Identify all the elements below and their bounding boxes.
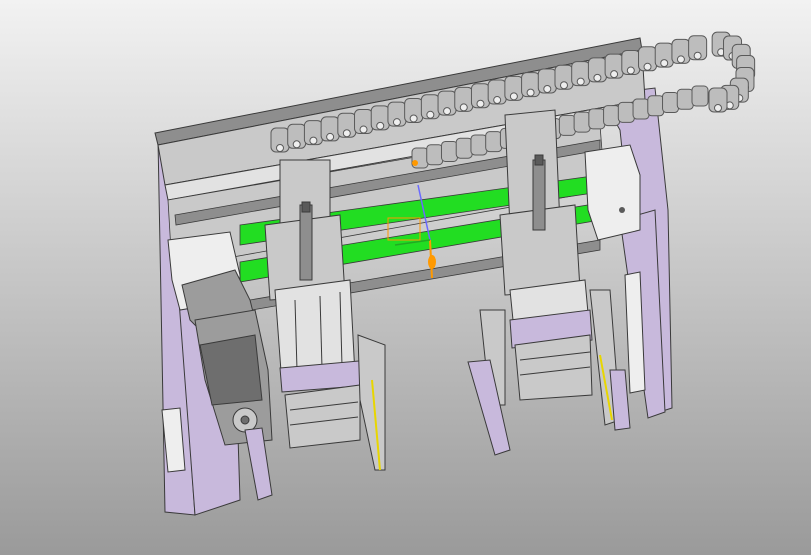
assembly-model[interactable] xyxy=(0,0,811,555)
chain-link xyxy=(337,112,357,138)
chain-link xyxy=(303,120,323,146)
chain-link xyxy=(621,49,641,75)
chain-link xyxy=(320,116,340,142)
chain-link xyxy=(387,101,407,127)
chain-link xyxy=(470,83,490,109)
chain-link xyxy=(440,140,458,162)
chain-link xyxy=(537,68,557,94)
chain-link xyxy=(554,64,574,90)
chain-link xyxy=(354,109,374,135)
chain-link xyxy=(270,127,290,153)
chain-link xyxy=(617,101,635,123)
chain-link xyxy=(691,85,709,107)
chain-link xyxy=(521,72,541,98)
right-end-block[interactable] xyxy=(584,144,641,241)
chain-link xyxy=(404,97,424,123)
chain-link xyxy=(504,75,524,101)
chain-link xyxy=(426,144,444,166)
chain-link xyxy=(454,86,474,112)
chain-link xyxy=(558,114,576,136)
chain-link xyxy=(688,35,708,61)
chain-link xyxy=(455,137,473,159)
chain-link xyxy=(487,79,507,105)
chain-link xyxy=(587,57,607,83)
chain-link xyxy=(437,90,457,116)
chain-link xyxy=(588,108,606,130)
chain-link xyxy=(573,111,591,133)
chain-link xyxy=(638,46,658,72)
chain-link xyxy=(604,53,624,79)
chain-link xyxy=(370,105,390,131)
chain-link xyxy=(287,123,307,149)
chain-link xyxy=(671,38,691,64)
chain-link xyxy=(676,88,694,110)
chain-link xyxy=(603,105,621,127)
chain-link xyxy=(708,87,728,113)
end-block-bolt xyxy=(619,207,625,213)
chain-link xyxy=(662,92,680,114)
chain-link xyxy=(420,94,440,120)
chain-link xyxy=(654,42,674,68)
cad-3d-viewport[interactable] xyxy=(0,0,811,555)
chain-link xyxy=(485,131,503,153)
chain-link xyxy=(571,61,591,87)
chain-link xyxy=(632,98,650,120)
chain-link xyxy=(470,134,488,156)
chain-link xyxy=(647,95,665,117)
